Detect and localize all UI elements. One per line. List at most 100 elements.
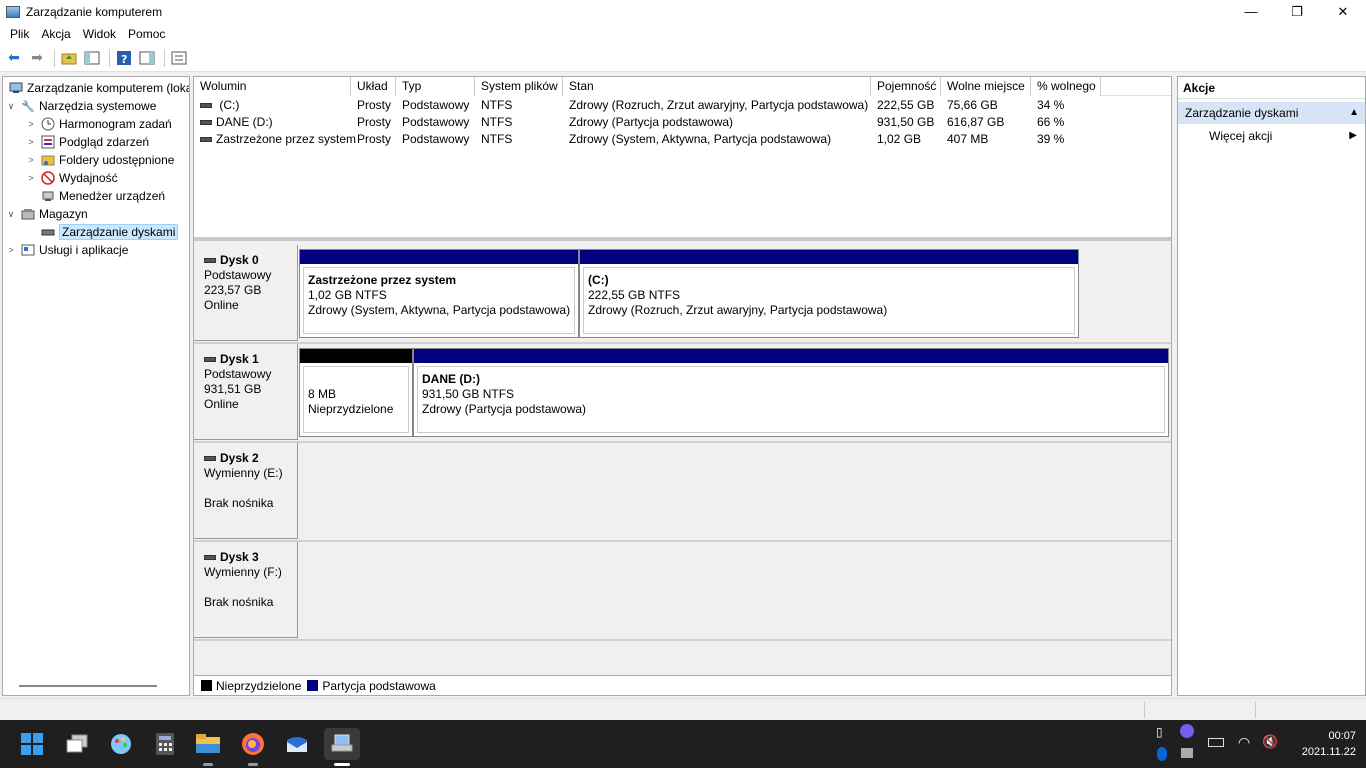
taskbar: ▯ ◠ 🔇 00:07 2021.11.22 bbox=[0, 720, 1366, 768]
menu-file[interactable]: Plik bbox=[4, 27, 35, 41]
mail-icon[interactable] bbox=[281, 728, 313, 760]
minimize-button[interactable]: — bbox=[1228, 0, 1274, 23]
wifi-icon[interactable]: ◠ bbox=[1238, 734, 1250, 751]
forward-icon[interactable]: ➡ bbox=[27, 48, 47, 68]
tree-item-performance[interactable]: > Wydajność bbox=[25, 169, 117, 187]
disk-separator bbox=[194, 540, 1171, 542]
keyboard-icon[interactable] bbox=[1208, 738, 1224, 747]
chevron-down-icon[interactable]: ∨ bbox=[5, 101, 17, 112]
event-viewer-icon bbox=[40, 134, 56, 150]
horizontal-scrollbar[interactable] bbox=[19, 685, 157, 687]
tree-item-disk-management[interactable]: Zarządzanie dyskami bbox=[37, 223, 179, 241]
tree-item-event-viewer[interactable]: > Podgląd zdarzeń bbox=[25, 133, 149, 151]
cell-percent-free: 39 % bbox=[1037, 132, 1065, 146]
tree-item-task-scheduler[interactable]: > Harmonogram zadań bbox=[25, 115, 171, 133]
bluetooth-icon[interactable] bbox=[1157, 747, 1167, 761]
partition-d[interactable]: DANE (D:) 931,50 GB NTFS Zdrowy (Partycj… bbox=[413, 348, 1169, 437]
calculator-icon[interactable] bbox=[149, 728, 181, 760]
column-header-percent-free[interactable]: % wolnego bbox=[1031, 77, 1101, 96]
disk-name-text: Dysk 1 bbox=[220, 352, 259, 366]
task-view-icon[interactable] bbox=[61, 728, 93, 760]
disk-management-icon bbox=[40, 224, 56, 240]
disk-status: Online bbox=[204, 298, 239, 312]
properties-icon[interactable] bbox=[169, 48, 189, 68]
help-icon[interactable]: ? bbox=[114, 48, 134, 68]
disk-type: Podstawowy bbox=[204, 268, 272, 282]
cell-filesystem: NTFS bbox=[481, 132, 513, 146]
usb-drive-icon[interactable]: ▯ bbox=[1156, 725, 1163, 739]
show-hide-tree-icon[interactable] bbox=[82, 48, 102, 68]
cell-free-space: 616,87 GB bbox=[947, 115, 1005, 129]
tree-item-shared-folders[interactable]: > Foldery udostępnione bbox=[25, 151, 174, 169]
disk-size: 931,51 GB bbox=[204, 382, 262, 396]
partition-c[interactable]: (C:) 222,55 GB NTFS Zdrowy (Rozruch, Zrz… bbox=[579, 249, 1079, 338]
tree-label: Zarządzanie dyskami bbox=[59, 224, 179, 240]
computer-management-taskbar-icon[interactable] bbox=[324, 728, 360, 760]
disk-3-label[interactable]: Dysk 3 Wymienny (F:) Brak nośnika bbox=[194, 542, 298, 638]
system-tray: ▯ bbox=[1150, 720, 1210, 768]
column-header-type[interactable]: Typ bbox=[396, 77, 475, 96]
partition-system-reserved[interactable]: Zastrzeżone przez system 1,02 GB NTFS Zd… bbox=[299, 249, 579, 338]
cell-status: Zdrowy (Partycja podstawowa) bbox=[569, 115, 734, 129]
start-windows-icon[interactable] bbox=[16, 728, 48, 760]
disk-1-label[interactable]: Dysk 1 Podstawowy 931,51 GB Online bbox=[194, 344, 298, 440]
performance-icon bbox=[40, 170, 56, 186]
tree-item-storage[interactable]: ∨ Magazyn bbox=[5, 205, 88, 223]
action-pane-icon[interactable] bbox=[137, 48, 157, 68]
more-actions-item[interactable]: Więcej akcji ▶ bbox=[1178, 125, 1365, 147]
firefox-icon[interactable] bbox=[237, 728, 269, 760]
tree-item-device-manager[interactable]: Menedżer urządzeń bbox=[37, 187, 165, 205]
maximize-button[interactable]: ❐ bbox=[1274, 0, 1320, 23]
tree-item-system-tools[interactable]: ∨ 🔧 Narzędzia systemowe bbox=[5, 97, 157, 115]
cell-volume: DANE (D:) bbox=[194, 114, 273, 131]
menu-help[interactable]: Pomoc bbox=[122, 27, 171, 41]
chevron-right-icon[interactable]: > bbox=[25, 155, 37, 165]
menu-view[interactable]: Widok bbox=[77, 27, 122, 41]
disk-0-label[interactable]: Dysk 0 Podstawowy 223,57 GB Online bbox=[194, 245, 298, 341]
disk-name: Dysk 2 bbox=[204, 451, 297, 466]
chevron-right-icon[interactable]: > bbox=[25, 173, 37, 183]
disk-icon bbox=[204, 555, 216, 560]
disk-name: Dysk 1 bbox=[204, 352, 297, 367]
file-explorer-icon[interactable] bbox=[192, 728, 224, 760]
partition-info: (C:) 222,55 GB NTFS Zdrowy (Rozruch, Zrz… bbox=[583, 267, 1075, 334]
table-row[interactable]: (C:) Prosty Podstawowy NTFS Zdrowy (Rozr… bbox=[194, 97, 1171, 114]
chevron-right-icon[interactable]: > bbox=[25, 137, 37, 147]
speaker-muted-icon[interactable]: 🔇 bbox=[1262, 734, 1278, 750]
chevron-right-icon[interactable]: > bbox=[5, 245, 17, 255]
table-row[interactable]: DANE (D:) Prosty Podstawowy NTFS Zdrowy … bbox=[194, 114, 1171, 131]
column-header-capacity[interactable]: Pojemność bbox=[871, 77, 941, 96]
column-header-status[interactable]: Stan bbox=[563, 77, 871, 96]
actions-section-disk-management[interactable]: Zarządzanie dyskami ▲ bbox=[1178, 102, 1365, 124]
menu-action[interactable]: Akcja bbox=[35, 27, 76, 41]
close-button[interactable]: ✕ bbox=[1320, 0, 1366, 23]
column-header-free-space[interactable]: Wolne miejsce bbox=[941, 77, 1031, 96]
column-header-layout[interactable]: Układ bbox=[351, 77, 396, 96]
back-icon[interactable]: ⬅ bbox=[4, 48, 24, 68]
viber-icon[interactable] bbox=[1180, 724, 1194, 738]
cell-status: Zdrowy (Rozruch, Zrzut awaryjny, Partycj… bbox=[569, 98, 869, 112]
disk-type: Wymienny (E:) bbox=[204, 466, 283, 480]
clock[interactable]: 00:07 2021.11.22 bbox=[1302, 728, 1356, 760]
disk-2-label[interactable]: Dysk 2 Wymienny (E:) Brak nośnika bbox=[194, 443, 298, 539]
tree-item-root[interactable]: Zarządzanie komputerem (loka bbox=[5, 79, 189, 97]
table-row[interactable]: Zastrzeżone przez system Prosty Podstawo… bbox=[194, 131, 1171, 148]
partition-name: (C:) bbox=[588, 273, 609, 287]
paint-icon[interactable] bbox=[105, 728, 137, 760]
tree-item-services[interactable]: > Usługi i aplikacje bbox=[5, 241, 128, 259]
column-header-filesystem[interactable]: System plików bbox=[475, 77, 563, 96]
partition-size: 222,55 GB NTFS bbox=[588, 288, 681, 302]
chevron-down-icon[interactable]: ∨ bbox=[5, 209, 17, 220]
clock-date: 2021.11.22 bbox=[1301, 746, 1356, 758]
partition-size: 8 MB bbox=[308, 387, 337, 401]
cell-capacity: 931,50 GB bbox=[877, 115, 935, 129]
column-header-volume[interactable]: Wolumin bbox=[194, 77, 351, 96]
up-folder-icon[interactable] bbox=[59, 48, 79, 68]
chevron-right-icon[interactable]: > bbox=[25, 119, 37, 129]
printer-icon[interactable] bbox=[1181, 748, 1193, 758]
cell-text: Zastrzeżone przez system bbox=[216, 132, 357, 146]
partition-unallocated[interactable]: 8 MB Nieprzydzielone bbox=[299, 348, 413, 437]
chevron-right-icon: ▶ bbox=[1349, 130, 1357, 141]
collapse-up-icon[interactable]: ▲ bbox=[1349, 102, 1359, 124]
legend-primary: Partycja podstawowa bbox=[322, 678, 436, 693]
